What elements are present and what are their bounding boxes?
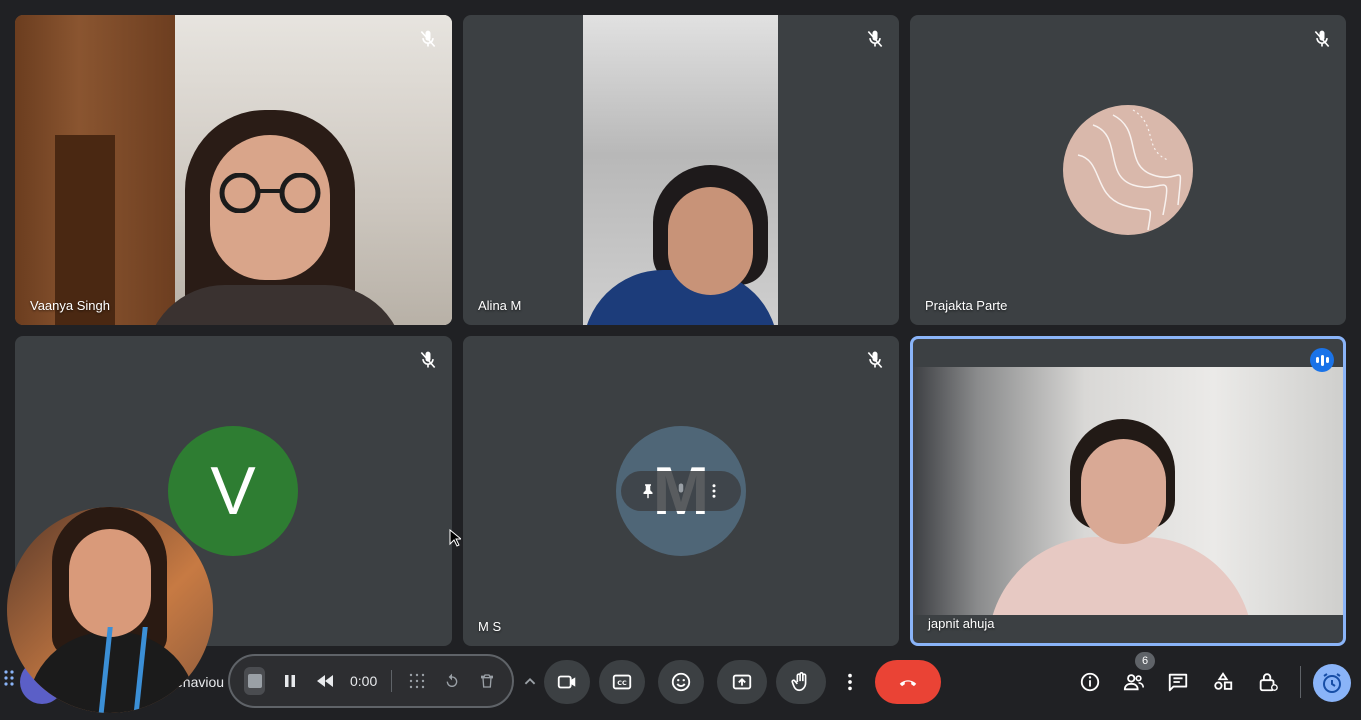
people-icon [1123, 674, 1144, 691]
mic-off-icon [420, 351, 436, 369]
emoji-icon [671, 672, 691, 692]
closed-captions-icon: CC [612, 674, 632, 690]
avatar: V [168, 426, 298, 556]
participant-tile-alina[interactable]: Alina M [463, 15, 899, 325]
self-view-bubble[interactable] [7, 507, 213, 713]
present-screen-icon [732, 674, 752, 690]
expand-chevron-button[interactable] [517, 660, 543, 704]
participant-video [15, 15, 452, 325]
info-icon [1080, 672, 1100, 692]
end-call-button[interactable] [875, 660, 941, 704]
people-button[interactable] [1120, 668, 1148, 696]
mouse-cursor-icon [449, 529, 461, 547]
host-controls-button[interactable] [1254, 668, 1282, 696]
captions-button[interactable]: CC [599, 660, 645, 704]
host-controls-icon [1259, 673, 1278, 692]
participant-video [913, 367, 1343, 615]
mic-off-icon [1314, 30, 1330, 48]
restart-icon[interactable] [441, 667, 462, 695]
avatar [1063, 105, 1193, 235]
camera-button[interactable] [544, 660, 590, 704]
participant-name: japnit ahuja [928, 616, 995, 631]
timer-button[interactable] [1313, 664, 1351, 702]
recording-time: 0:00 [349, 673, 378, 689]
participant-tile-japnit[interactable]: japnit ahuja [910, 336, 1346, 646]
camera-icon [557, 675, 576, 689]
pause-recording-button[interactable] [279, 667, 300, 695]
activities-icon [1214, 672, 1233, 690]
activities-button[interactable] [1209, 668, 1237, 696]
more-vertical-icon[interactable] [705, 482, 723, 500]
mic-off-icon [420, 30, 436, 48]
emoji-button[interactable] [658, 660, 704, 704]
recording-controls: 0:00 [228, 654, 514, 708]
stop-recording-button[interactable] [244, 667, 266, 695]
dotted-grid-icon[interactable] [406, 667, 427, 695]
drag-handle-icon[interactable] [3, 668, 15, 688]
speaking-indicator-icon [1310, 348, 1334, 372]
chat-button[interactable] [1164, 668, 1192, 696]
participant-video [583, 15, 778, 325]
more-vertical-icon [848, 673, 852, 691]
raise-hand-icon [791, 672, 807, 692]
participant-name: Prajakta Parte [925, 298, 1008, 313]
svg-text:CC: CC [617, 679, 627, 687]
divider [391, 670, 392, 692]
end-call-icon [899, 680, 917, 687]
chat-icon [1168, 673, 1188, 692]
mic-off-icon [867, 30, 883, 48]
participant-tile-prajakta[interactable]: Prajakta Parte [910, 15, 1346, 325]
more-options-button[interactable] [836, 660, 864, 704]
meet-stage: Vaanya Singh Alina M Prajakta Parte V M … [0, 0, 1361, 720]
pin-icon[interactable] [639, 482, 657, 500]
mic-off-icon [867, 351, 883, 369]
participant-tile-ms[interactable]: M M S [463, 336, 899, 646]
rewind-icon[interactable] [315, 667, 336, 695]
participant-name: Alina M [478, 298, 522, 313]
tile-hover-actions [621, 471, 741, 511]
meeting-details-button[interactable] [1076, 668, 1104, 696]
divider [1300, 666, 1301, 698]
timer-icon [1323, 673, 1341, 693]
delete-icon[interactable] [477, 667, 498, 695]
participant-name: M S [478, 619, 502, 634]
participant-tile-vaanya[interactable]: Vaanya Singh [15, 15, 452, 325]
participant-name: Vaanya Singh [30, 298, 110, 313]
raise-hand-button[interactable] [776, 660, 826, 704]
mute-participant-icon[interactable] [672, 482, 690, 500]
present-button[interactable] [717, 660, 767, 704]
